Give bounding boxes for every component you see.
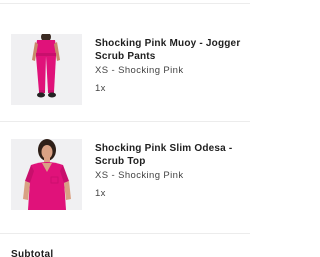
product-quantity: 1x (95, 188, 106, 199)
product-image-scrub-top[interactable] (11, 139, 82, 210)
cart-item: Shocking Pink Muoy - Jogger Scrub Pants … (0, 34, 250, 106)
subtotal-label: Subtotal (11, 249, 54, 257)
scrub-top-illustration (11, 139, 82, 210)
product-info: Shocking Pink Muoy - Jogger Scrub Pants … (95, 37, 245, 95)
product-name[interactable]: Shocking Pink Muoy - Jogger Scrub Pants (95, 37, 245, 63)
product-image-jogger-pants[interactable] (11, 34, 82, 105)
cart-item: Shocking Pink Slim Odesa - Scrub Top XS … (0, 139, 250, 211)
jogger-pants-illustration (11, 34, 82, 105)
divider-bottom (0, 233, 250, 234)
product-variant: XS - Shocking Pink (95, 170, 184, 181)
product-name[interactable]: Shocking Pink Slim Odesa - Scrub Top (95, 142, 245, 168)
divider-top (0, 3, 250, 4)
product-info: Shocking Pink Slim Odesa - Scrub Top XS … (95, 142, 245, 200)
product-quantity: 1x (95, 83, 106, 94)
divider-between-items (0, 121, 250, 122)
product-variant: XS - Shocking Pink (95, 65, 184, 76)
